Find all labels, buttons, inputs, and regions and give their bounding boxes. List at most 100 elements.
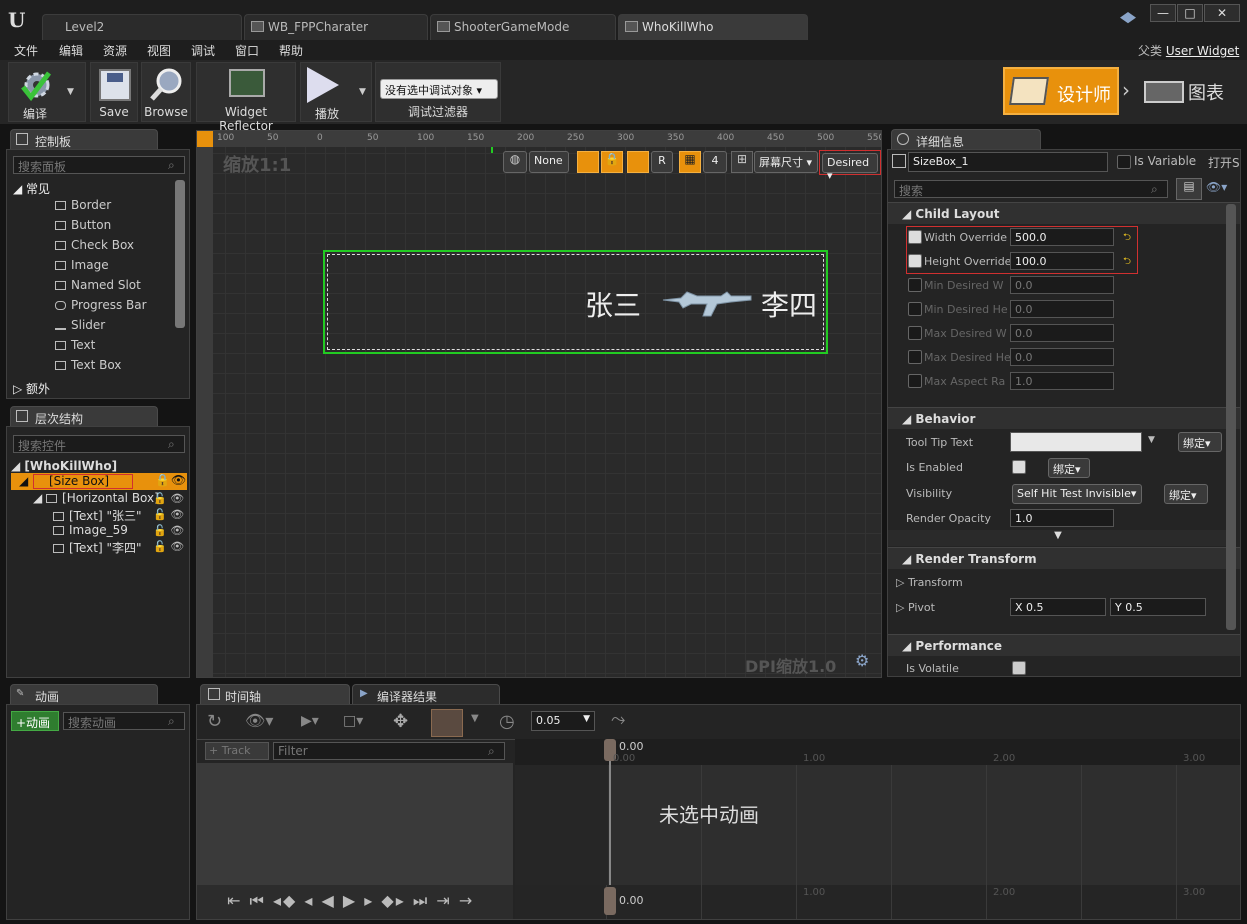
killer-name-text[interactable]: 张三 (585, 284, 641, 324)
respect-locks-icon[interactable] (627, 151, 649, 173)
pivot-y-field[interactable]: Y 0.5 (1110, 598, 1206, 616)
chevron-down-icon[interactable]: ▼ (583, 714, 590, 724)
menu-edit[interactable]: 编辑 (59, 42, 83, 59)
fit-icon[interactable]: ⊞ (731, 151, 753, 173)
minimize-button[interactable]: — (1150, 4, 1176, 22)
close-button[interactable]: ✕ (1204, 4, 1240, 22)
size-box-selection[interactable]: 张三 李四 (323, 250, 828, 354)
add-animation-button[interactable]: +动画 (11, 711, 59, 731)
transport-controls-icon[interactable]: ⇤ ⏮ ◂◆ ◂ ◀ ▶ ▸ ◆▸ ⏭ ⇥ → (227, 891, 474, 911)
globe-icon[interactable]: ◍ (503, 151, 527, 173)
settings-gear-icon[interactable]: ⚙ (855, 651, 869, 670)
palette-item-named-slot[interactable]: Named Slot (7, 278, 175, 298)
palette-scrollbar[interactable] (175, 180, 185, 328)
min-desired-height-field[interactable]: 0.0 (1010, 300, 1114, 318)
palette-item-slider[interactable]: Slider (7, 318, 175, 338)
chevron-down-icon[interactable]: ▼ (359, 87, 366, 97)
tooltip-bind-button[interactable]: 绑定▾ (1178, 432, 1222, 452)
palette-item-text-box[interactable]: Text Box (7, 358, 175, 378)
tab-level2[interactable]: Level2 (42, 14, 242, 40)
details-search-input[interactable]: 搜索 ⌕ (894, 180, 1168, 198)
details-scrollbar[interactable] (1226, 204, 1236, 630)
chevron-down-icon[interactable]: ▼ (1148, 435, 1155, 445)
menu-window[interactable]: 窗口 (235, 42, 259, 59)
parent-class-link[interactable]: User Widget (1166, 44, 1239, 58)
eye-filter-icon[interactable]: 👁▾ (1206, 180, 1227, 194)
lock-icon[interactable]: 🔒 (601, 151, 623, 173)
height-override-checkbox[interactable] (908, 254, 922, 268)
loop-icon[interactable]: ↻ (207, 711, 222, 732)
reset-arrow-icon[interactable]: ⮌ (1123, 254, 1131, 271)
animation-search-input[interactable]: 搜索动画 ⌕ (63, 712, 185, 730)
palette-item-progress-bar[interactable]: Progress Bar (7, 298, 175, 318)
menu-assets[interactable]: 资源 (103, 42, 127, 59)
chevron-down-icon[interactable]: ▼ (471, 713, 479, 724)
lock-icon[interactable]: 🔒 (155, 473, 170, 487)
section-child-layout[interactable]: ◢ Child Layout (888, 202, 1240, 224)
min-desired-height-checkbox[interactable] (908, 302, 922, 316)
enabled-bind-button[interactable]: 绑定▾ (1048, 458, 1090, 478)
compiler-results-tab[interactable]: 编译器结果 (352, 684, 500, 704)
track-filter-input[interactable]: Filter ⌕ (273, 742, 505, 760)
palette-tab[interactable]: 控制板 (10, 129, 158, 149)
pivot-row[interactable]: ▷ Pivot (896, 601, 935, 614)
palette-item-image[interactable]: Image (7, 258, 175, 278)
tab-wb-fppcharater[interactable]: WB_FPPCharater (244, 14, 428, 40)
width-override-checkbox[interactable] (908, 230, 922, 244)
hierarchy-item-text-lisi[interactable]: [Text] "李四" (53, 539, 142, 556)
section-performance[interactable]: ◢ Performance (888, 634, 1240, 656)
max-desired-width-field[interactable]: 0.0 (1010, 324, 1114, 342)
desired-size-dropdown[interactable]: Desired ▾ (822, 153, 878, 182)
visibility-eye-icon[interactable]: 👁▾ (245, 711, 273, 730)
designer-canvas[interactable]: 10050050100150200250300350400450500550 缩… (196, 130, 882, 678)
is-volatile-checkbox[interactable] (1012, 661, 1026, 675)
expand-advanced-icon[interactable]: ▼ (888, 530, 1228, 546)
min-desired-width-field[interactable]: 0.0 (1010, 276, 1114, 294)
grid-size-button[interactable]: 4 (703, 151, 727, 173)
width-override-field[interactable]: 500.0 (1010, 228, 1114, 246)
playhead-bottom-handle[interactable] (604, 887, 616, 915)
reset-arrow-icon[interactable]: ⮌ (1123, 230, 1131, 247)
outline-toggle-icon[interactable] (577, 151, 599, 173)
expand-icon[interactable]: ◢ (19, 474, 28, 488)
chevron-down-icon[interactable]: ▼ (67, 87, 74, 97)
rifle-icon[interactable] (661, 288, 753, 318)
victim-name-text[interactable]: 李四 (761, 284, 817, 324)
time-snap-field[interactable]: 0.05 ▼ (531, 711, 595, 731)
hierarchy-tab[interactable]: 层次结构 (10, 406, 158, 426)
tab-shootergamemode[interactable]: ShooterGameMode (430, 14, 616, 40)
tooltip-field[interactable] (1010, 432, 1142, 452)
hierarchy-item-size-box[interactable]: ◢ [Size Box] 🔒 👁 (11, 473, 187, 490)
menu-help[interactable]: 帮助 (279, 42, 303, 59)
widget-name-field[interactable]: SizeBox_1 (908, 152, 1108, 172)
save-button[interactable]: Save (90, 62, 138, 122)
hierarchy-search-input[interactable]: 搜索控件 ⌕ (13, 435, 185, 453)
debug-object-select[interactable]: 没有选中调试对象 ▾ (380, 79, 498, 99)
palette-item-border[interactable]: Border (7, 198, 175, 218)
palette-item-text[interactable]: Text (7, 338, 175, 358)
max-desired-width-checkbox[interactable] (908, 326, 922, 340)
add-track-button[interactable]: + Track (205, 742, 269, 760)
r-button[interactable]: R (651, 151, 673, 173)
menu-view[interactable]: 视图 (147, 42, 171, 59)
key-icon[interactable] (431, 709, 463, 737)
property-matrix-icon[interactable]: ▤ (1176, 178, 1202, 200)
hierarchy-item-horizontal-box[interactable]: ◢ [Horizontal Box] (33, 491, 159, 505)
section-render-transform[interactable]: ◢ Render Transform (888, 547, 1240, 569)
max-aspect-ratio-checkbox[interactable] (908, 374, 922, 388)
transform-gizmo-icon[interactable]: ✥ (393, 711, 408, 732)
is-variable-checkbox[interactable] (1117, 155, 1131, 169)
max-desired-height-checkbox[interactable] (908, 350, 922, 364)
max-desired-height-field[interactable]: 0.0 (1010, 348, 1114, 366)
palette-item-button[interactable]: Button (7, 218, 175, 238)
palette-search-input[interactable]: 搜索面板 ⌕ (13, 156, 185, 174)
clock-icon[interactable]: ◷ (499, 711, 515, 732)
details-tab[interactable]: 详细信息 (891, 129, 1041, 149)
height-override-field[interactable]: 100.0 (1010, 252, 1114, 270)
pivot-x-field[interactable]: X 0.5 (1010, 598, 1106, 616)
open-link[interactable]: 打开S (1208, 154, 1240, 171)
palette-category-extra[interactable]: ▷ 额外 (13, 380, 50, 397)
curve-icon[interactable]: ⤳ (611, 709, 625, 730)
hierarchy-item-text-zhangsan[interactable]: [Text] "张三" (53, 507, 142, 524)
maximize-button[interactable]: □ (1177, 4, 1203, 22)
